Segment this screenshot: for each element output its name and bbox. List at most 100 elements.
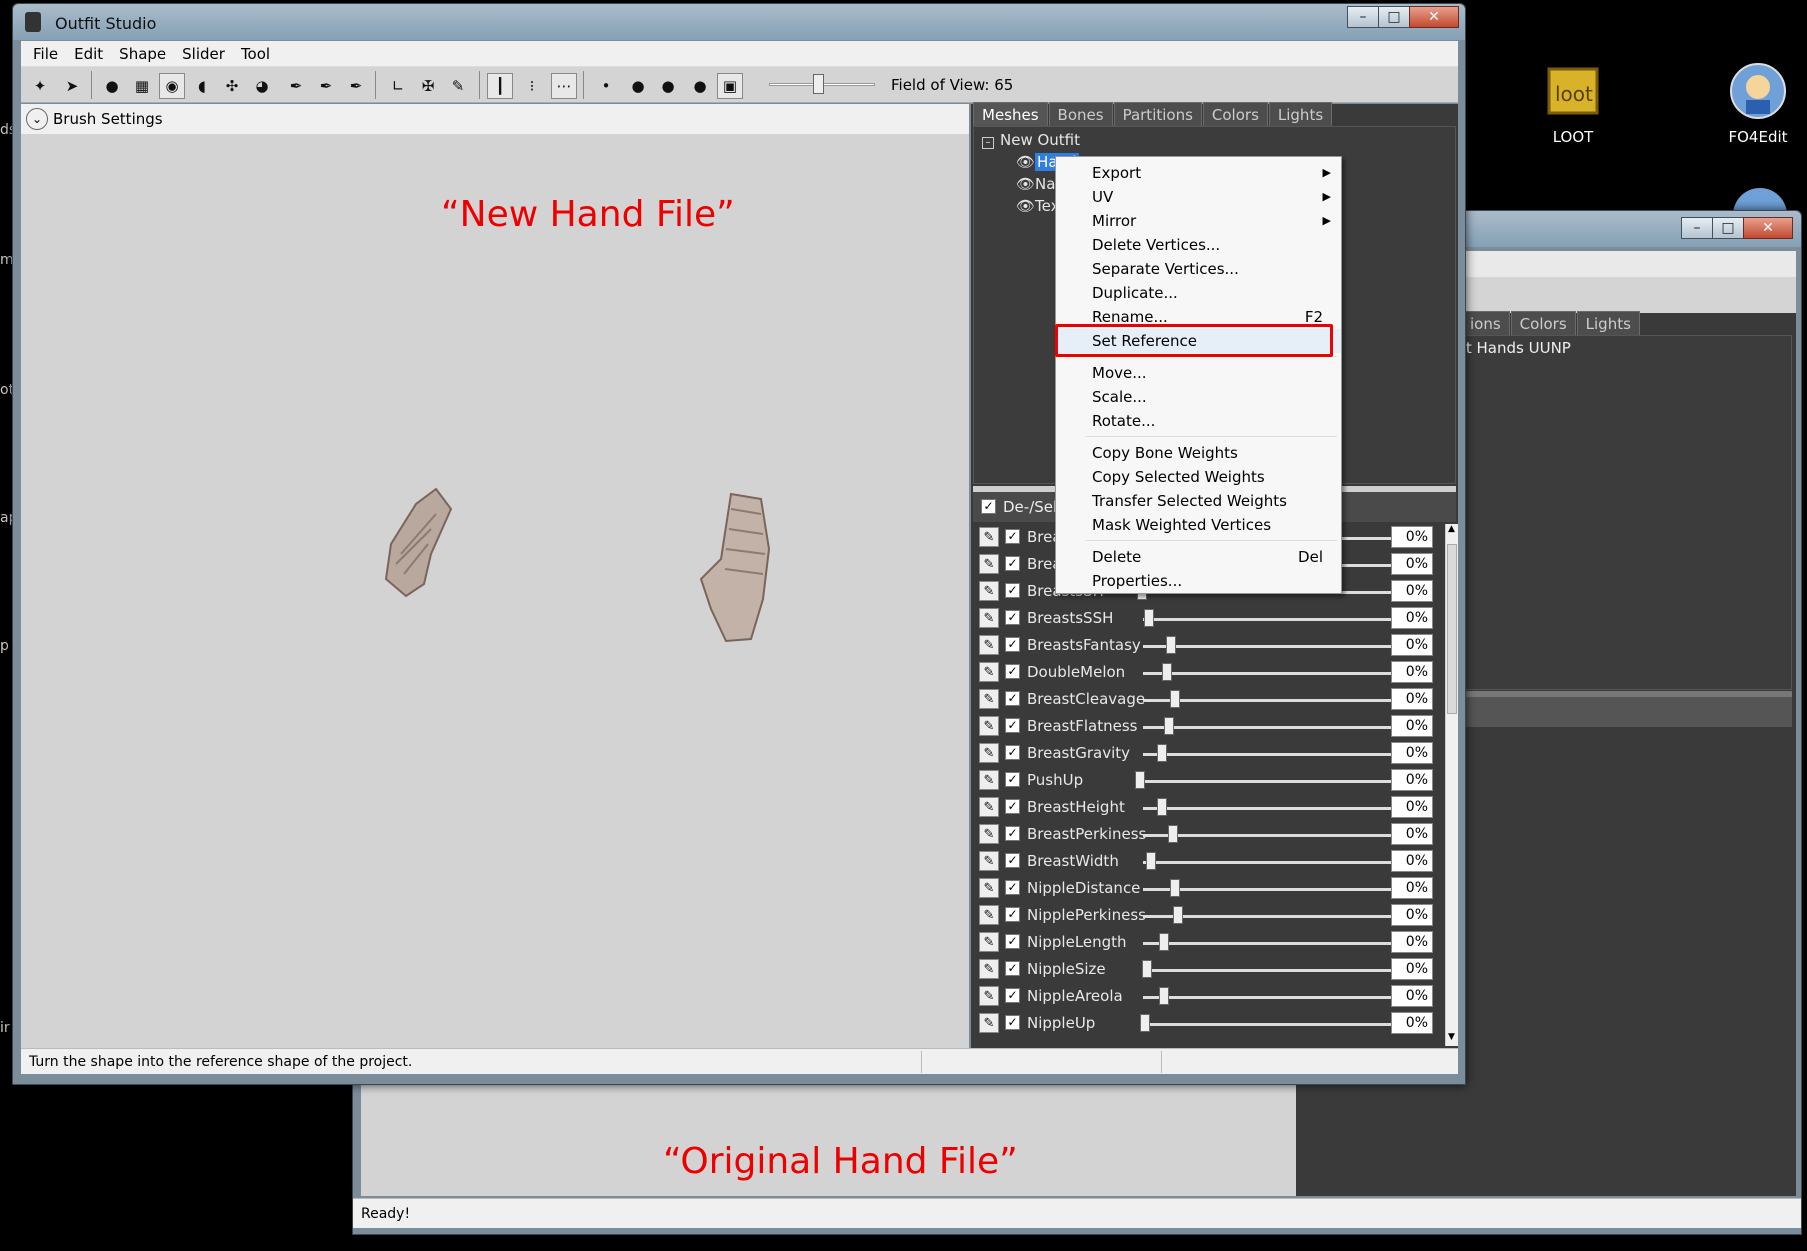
edit-pencil-icon[interactable]: ✎ xyxy=(979,689,999,709)
slider-knob[interactable] xyxy=(1166,636,1176,654)
slider-row[interactable]: ✎ ✓ BreastGravity 0% xyxy=(973,740,1445,767)
slider-checkbox[interactable]: ✓ xyxy=(1005,1015,1020,1030)
slider-value[interactable]: 0% xyxy=(1391,823,1433,845)
slider-value[interactable]: 0% xyxy=(1391,985,1433,1007)
desktop-icon-fo4edit[interactable]: FO4Edit xyxy=(1713,60,1803,146)
scroll-down-icon[interactable]: ▼ xyxy=(1448,1032,1455,1042)
slider-value[interactable]: 0% xyxy=(1391,526,1433,548)
slider-value[interactable]: 0% xyxy=(1391,580,1433,602)
tab-bones[interactable]: Bones xyxy=(1048,102,1113,126)
slider-value[interactable]: 0% xyxy=(1391,958,1433,980)
chevron-down-icon[interactable]: ⌄ xyxy=(26,108,48,130)
slider-knob[interactable] xyxy=(1135,771,1145,789)
inflate-brush-icon[interactable]: ◉ xyxy=(159,73,185,99)
title-bar[interactable]: Outfit Studio xyxy=(13,4,1465,40)
slider-value[interactable]: 0% xyxy=(1391,661,1433,683)
slider-track[interactable] xyxy=(1143,834,1423,837)
slider-checkbox[interactable]: ✓ xyxy=(1005,988,1020,1003)
slider-track[interactable] xyxy=(1143,915,1423,918)
slider-knob[interactable] xyxy=(1164,717,1174,735)
slider-knob[interactable] xyxy=(1144,609,1154,627)
slider-checkbox[interactable]: ✓ xyxy=(1005,934,1020,949)
menu-item-delete[interactable]: Delete Del xyxy=(1056,545,1341,569)
edit-pencil-icon[interactable]: ✎ xyxy=(979,959,999,979)
slider-checkbox[interactable]: ✓ xyxy=(1005,529,1020,544)
slider-track[interactable] xyxy=(1143,942,1423,945)
pencil-tool-icon[interactable]: ✎ xyxy=(445,73,471,99)
edit-pencil-icon[interactable]: ✎ xyxy=(979,527,999,547)
menu-item-export[interactable]: Export ▶ xyxy=(1056,161,1341,185)
slider-track[interactable] xyxy=(1143,996,1423,999)
tab-meshes[interactable]: Meshes xyxy=(973,102,1048,126)
color-brush-icon[interactable]: ✒ xyxy=(313,73,339,99)
hand-mesh-right[interactable] xyxy=(691,489,781,649)
slider-row[interactable]: ✎ ✓ BreastFlatness 0% xyxy=(973,713,1445,740)
slider-track[interactable] xyxy=(1143,672,1423,675)
slider-row[interactable]: ✎ ✓ BreastsFantasy 0% xyxy=(973,632,1445,659)
connected-icon[interactable]: ⁝ xyxy=(519,73,545,99)
slider-track[interactable] xyxy=(1143,969,1423,972)
edit-pencil-icon[interactable]: ✎ xyxy=(979,905,999,925)
menu-item-rotate[interactable]: Rotate... xyxy=(1056,409,1341,433)
view-dot-icon[interactable]: • xyxy=(593,73,619,99)
slider-row[interactable]: ✎ ✓ PushUp 0% xyxy=(973,767,1445,794)
slider-value[interactable]: 0% xyxy=(1391,688,1433,710)
slider-checkbox[interactable]: ✓ xyxy=(1005,853,1020,868)
edit-pencil-icon[interactable]: ✎ xyxy=(979,932,999,952)
slider-value[interactable]: 0% xyxy=(1391,877,1433,899)
minimize-button[interactable]: – xyxy=(1347,6,1379,28)
edit-pencil-icon[interactable]: ✎ xyxy=(979,608,999,628)
select-tool-icon[interactable]: ✦ xyxy=(27,73,53,99)
axis-tool-icon[interactable]: ∟ xyxy=(385,73,411,99)
slider-value[interactable]: 0% xyxy=(1391,634,1433,656)
menu-item-separate-vertices[interactable]: Separate Vertices... xyxy=(1056,257,1341,281)
edit-pencil-icon[interactable]: ✎ xyxy=(979,770,999,790)
slider-value[interactable]: 0% xyxy=(1391,553,1433,575)
alpha-brush-icon[interactable]: ✒ xyxy=(343,73,369,99)
move-brush-icon[interactable]: ✣ xyxy=(219,73,245,99)
tab-lights[interactable]: Lights xyxy=(1268,102,1333,126)
minimize-button[interactable]: – xyxy=(1681,217,1713,239)
eye-icon[interactable]: 👁 xyxy=(1016,197,1035,215)
view-right-icon[interactable]: ● xyxy=(687,73,713,99)
slider-knob[interactable] xyxy=(1157,798,1167,816)
tab-colors[interactable]: Colors xyxy=(1202,102,1268,126)
slider-row[interactable]: ✎ ✓ BreastWidth 0% xyxy=(973,848,1445,875)
transform-tool-icon[interactable]: ➤ xyxy=(59,73,85,99)
edit-pencil-icon[interactable]: ✎ xyxy=(979,797,999,817)
slider-checkbox[interactable]: ✓ xyxy=(1005,718,1020,733)
slider-track[interactable] xyxy=(1143,1023,1423,1026)
slider-track[interactable] xyxy=(1143,780,1423,783)
slider-value[interactable]: 0% xyxy=(1391,715,1433,737)
menu-slider[interactable]: Slider xyxy=(174,45,233,63)
pin-tool-icon[interactable]: ✠ xyxy=(415,73,441,99)
view-cube-icon[interactable]: ▣ xyxy=(717,73,743,99)
slider-value[interactable]: 0% xyxy=(1391,607,1433,629)
slider-value[interactable]: 0% xyxy=(1391,850,1433,872)
edit-pencil-icon[interactable]: ✎ xyxy=(979,662,999,682)
edit-pencil-icon[interactable]: ✎ xyxy=(979,824,999,844)
slider-knob[interactable] xyxy=(1142,960,1152,978)
slider-checkbox[interactable]: ✓ xyxy=(1005,664,1020,679)
slider-row[interactable]: ✎ ✓ BreastPerkiness 0% xyxy=(973,821,1445,848)
slider-row[interactable]: ✎ ✓ NippleAreola 0% xyxy=(973,983,1445,1010)
eye-icon[interactable]: 👁 xyxy=(1016,153,1035,171)
edit-pencil-icon[interactable]: ✎ xyxy=(979,851,999,871)
view-left-icon[interactable]: ● xyxy=(655,73,681,99)
slider-scrollbar[interactable]: ▲ ▼ xyxy=(1445,524,1458,1046)
back-tree-item[interactable]: xt Hands UUNP xyxy=(1457,339,1571,357)
slider-track[interactable] xyxy=(1143,618,1423,621)
menu-item-uv[interactable]: UV ▶ xyxy=(1056,185,1341,209)
slider-row[interactable]: ✎ ✓ DoubleMelon 0% xyxy=(973,659,1445,686)
slider-checkbox[interactable]: ✓ xyxy=(1005,691,1020,706)
slider-value[interactable]: 0% xyxy=(1391,796,1433,818)
slider-knob[interactable] xyxy=(1146,852,1156,870)
slider-row[interactable]: ✎ ✓ BreastHeight 0% xyxy=(973,794,1445,821)
slider-row[interactable]: ✎ ✓ NipplePerkiness 0% xyxy=(973,902,1445,929)
edit-pencil-icon[interactable]: ✎ xyxy=(979,635,999,655)
slider-checkbox[interactable]: ✓ xyxy=(1005,556,1020,571)
slider-track[interactable] xyxy=(1143,861,1423,864)
tree-item-tex[interactable]: 👁Tex xyxy=(1016,197,1060,215)
slider-value[interactable]: 0% xyxy=(1391,769,1433,791)
slider-value[interactable]: 0% xyxy=(1391,931,1433,953)
